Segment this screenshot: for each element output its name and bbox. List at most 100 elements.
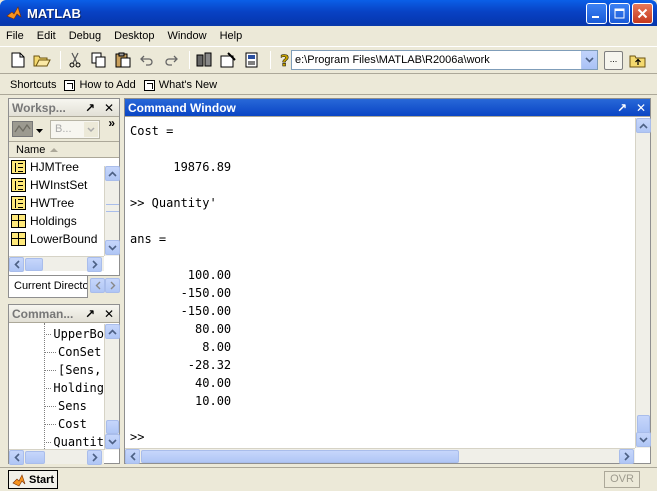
tree-connector (44, 369, 56, 371)
stack-select[interactable]: B... (50, 120, 100, 139)
command-window-close-button[interactable]: ✕ (636, 101, 646, 115)
toolbar-separator (270, 51, 271, 69)
scroll-down-button[interactable] (105, 434, 120, 449)
workspace-name-column-header[interactable]: Name (9, 142, 119, 158)
list-item[interactable]: Sens (9, 397, 104, 415)
cut-button[interactable] (65, 50, 85, 70)
matlab-logo-icon (12, 473, 26, 486)
menu-edit[interactable]: Edit (37, 30, 56, 42)
scroll-up-button[interactable] (636, 118, 651, 133)
new-file-button[interactable] (8, 50, 28, 70)
stack-select-dropdown[interactable] (84, 122, 98, 137)
copy-button[interactable] (89, 50, 109, 70)
history-horizontal-scrollbar[interactable] (9, 449, 104, 465)
tree-connector (44, 423, 56, 425)
workspace-more-button[interactable]: » (108, 116, 115, 130)
scroll-right-button[interactable] (87, 257, 102, 272)
history-vertical-scrollbar[interactable] (104, 324, 120, 450)
history-close-button[interactable]: ✕ (104, 307, 114, 321)
list-item[interactable]: HWTree (9, 194, 104, 212)
up-directory-button[interactable] (628, 51, 647, 70)
redo-button[interactable] (161, 50, 181, 70)
menu-desktop[interactable]: Desktop (114, 30, 154, 42)
scroll-left-button[interactable] (9, 450, 24, 465)
scroll-thumb[interactable] (106, 420, 119, 434)
list-item[interactable]: Quantit (9, 433, 104, 449)
minimize-button[interactable] (586, 3, 607, 24)
workspace-horizontal-scrollbar[interactable] (9, 256, 104, 272)
shortcut-label: How to Add (79, 79, 136, 91)
scroll-down-button[interactable] (636, 432, 651, 447)
variable-name: HWTree (30, 196, 75, 210)
sort-ascending-icon (50, 147, 59, 152)
scroll-right-button[interactable] (619, 449, 634, 464)
simulink-button[interactable] (194, 50, 214, 70)
chevron-left-icon (129, 452, 136, 461)
current-directory-dropdown[interactable] (581, 51, 597, 69)
close-button[interactable] (632, 3, 653, 24)
list-item[interactable]: LowerBound (9, 230, 104, 248)
list-item[interactable]: Cost (9, 415, 104, 433)
paste-button[interactable] (113, 50, 133, 70)
scroll-left-button[interactable] (9, 257, 24, 272)
menu-debug[interactable]: Debug (69, 30, 101, 42)
scroll-up-button[interactable] (105, 166, 120, 181)
history-command: [Sens, (58, 363, 102, 377)
menu-file[interactable]: File (6, 30, 24, 42)
workspace-vertical-scrollbar[interactable] (104, 166, 120, 256)
command-history-list: UpperBo ConSet [Sens, Holding Sens Cost … (9, 323, 104, 449)
list-item[interactable]: [Sens, (9, 361, 104, 379)
workspace-title: Worksp... (12, 100, 66, 115)
start-button[interactable]: Start (8, 470, 58, 489)
menu-help[interactable]: Help (220, 30, 243, 42)
overwrite-indicator: OVR (604, 471, 640, 488)
chevron-down-icon (36, 129, 43, 133)
scroll-thumb[interactable] (25, 451, 45, 464)
maximize-button[interactable] (609, 3, 630, 24)
tree-connector (44, 351, 56, 353)
open-file-button[interactable] (32, 50, 52, 70)
scroll-up-button[interactable] (105, 324, 120, 339)
workspace-title-bar: Worksp... ↗ ✕ (9, 99, 119, 117)
chevron-down-icon (87, 127, 95, 133)
shortcut-arrow-icon (64, 79, 76, 91)
workspace-undock-button[interactable]: ↗ (85, 101, 95, 115)
command-window-vertical-scrollbar[interactable] (635, 118, 651, 448)
scroll-thumb[interactable] (25, 258, 43, 271)
workspace-close-button[interactable]: ✕ (104, 101, 114, 115)
list-item[interactable]: Holding (9, 379, 104, 397)
scroll-right-button[interactable] (87, 450, 102, 465)
chevron-right-icon (91, 453, 98, 462)
tab-scroll-right-button[interactable] (105, 278, 120, 293)
scroll-down-button[interactable] (105, 240, 120, 255)
browse-folder-button[interactable]: ... (604, 51, 623, 70)
title-bar: MATLAB (0, 0, 657, 26)
undo-button[interactable] (137, 50, 157, 70)
chevron-down-icon (108, 438, 117, 445)
menu-window[interactable]: Window (167, 30, 206, 42)
scroll-thumb[interactable] (141, 450, 459, 463)
shortcut-how-to-add[interactable]: How to Add (64, 79, 136, 91)
current-directory-combo[interactable]: e:\Program Files\MATLAB\R2006a\work (291, 50, 598, 70)
variable-name: HJMTree (30, 160, 79, 174)
new-variable-button[interactable] (12, 121, 33, 137)
scroll-thumb[interactable] (106, 204, 119, 212)
scroll-left-button[interactable] (125, 449, 140, 464)
guide-button[interactable] (218, 50, 238, 70)
command-window-undock-button[interactable]: ↗ (617, 101, 627, 115)
list-item[interactable]: HJMTree (9, 158, 104, 176)
command-window-output[interactable]: Cost = 19876.89 >> Quantity' ans = 100.0… (130, 122, 231, 446)
new-variable-dropdown[interactable] (36, 125, 43, 137)
workspace-toolbar: B... » (9, 116, 119, 142)
scroll-thumb[interactable] (637, 415, 650, 433)
command-window-horizontal-scrollbar[interactable] (125, 448, 635, 464)
tab-current-directory[interactable]: Current Directo (8, 276, 88, 298)
list-item[interactable]: UpperBo (9, 325, 104, 343)
history-undock-button[interactable]: ↗ (85, 307, 95, 321)
shortcut-whats-new[interactable]: What's New (143, 79, 217, 91)
list-item[interactable]: HWInstSet (9, 176, 104, 194)
list-item[interactable]: ConSet (9, 343, 104, 361)
list-item[interactable]: Holdings (9, 212, 104, 230)
tab-scroll-left-button[interactable] (90, 278, 105, 293)
profiler-button[interactable] (242, 50, 262, 70)
